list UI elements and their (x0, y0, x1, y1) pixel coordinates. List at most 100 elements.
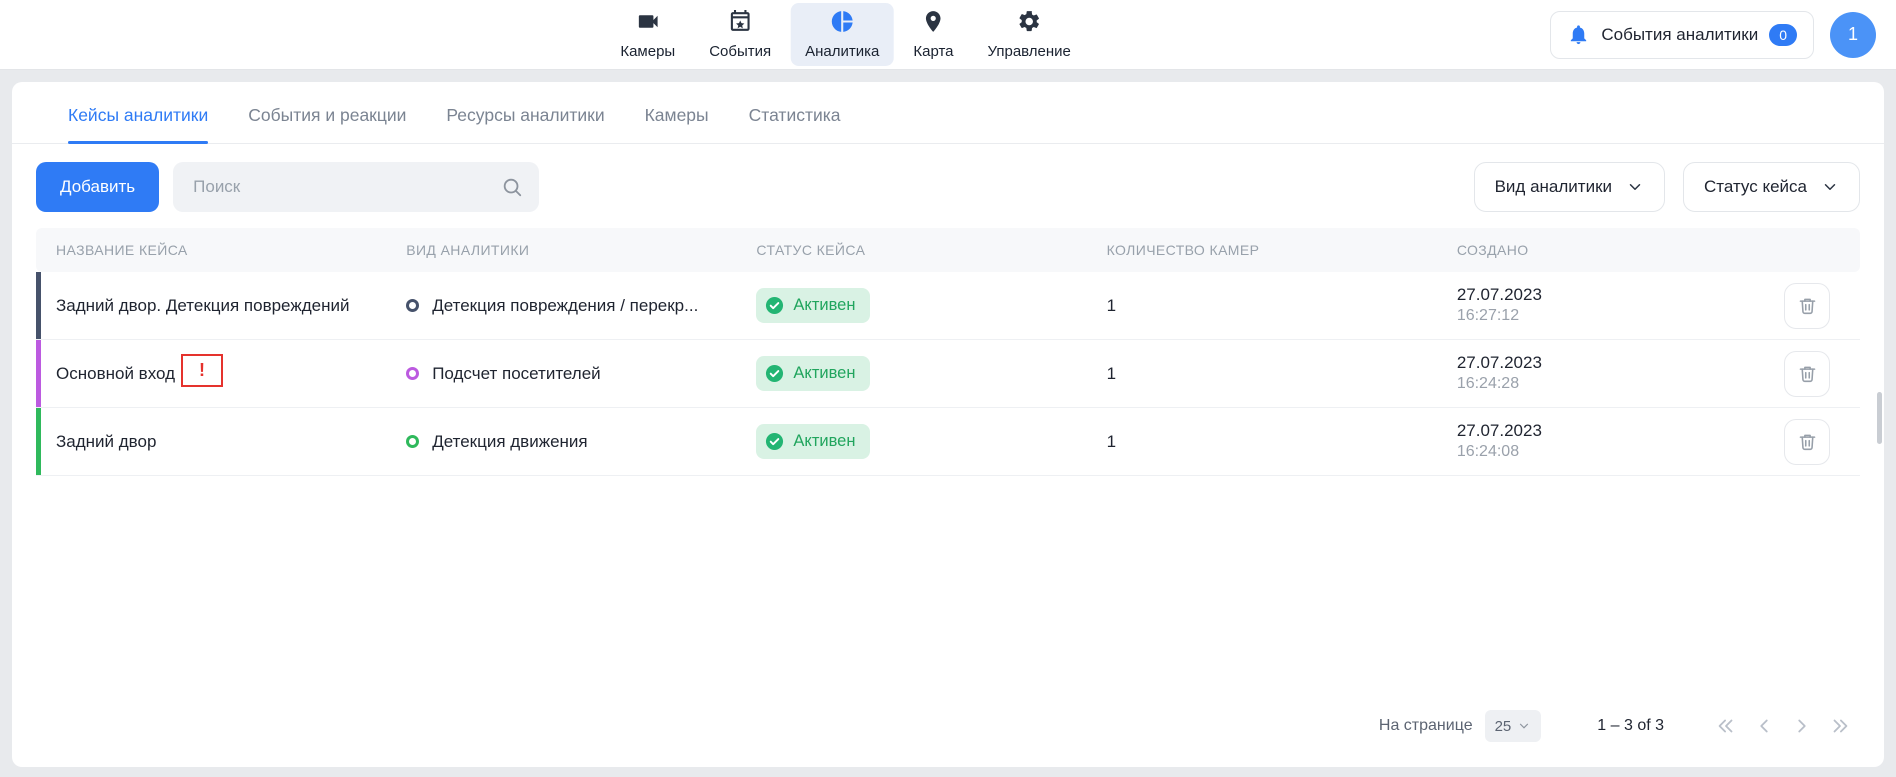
tab-events-reactions[interactable]: События и реакции (248, 105, 406, 143)
search-input[interactable] (173, 162, 539, 212)
nav-item-management[interactable]: Управление (974, 3, 1085, 66)
double-chevron-left-icon (1715, 715, 1737, 737)
nav-item-label: Управление (988, 43, 1071, 60)
chevron-down-icon (1517, 719, 1531, 733)
filter-analytics-type[interactable]: Вид аналитики (1474, 162, 1665, 212)
pagination-prev-button[interactable] (1748, 710, 1780, 742)
table-header: НАЗВАНИЕ КЕЙСА ВИД АНАЛИТИКИ СТАТУС КЕЙС… (36, 228, 1860, 272)
trash-icon (1797, 295, 1818, 316)
table-row[interactable]: Основной вход ! Подсчет посетителей Акти… (36, 340, 1860, 408)
nav-item-map[interactable]: Карта (899, 3, 967, 66)
tab-analytics-cases[interactable]: Кейсы аналитики (68, 105, 208, 143)
main-nav: Камеры События Аналитика Карта Управлени… (606, 0, 1085, 69)
case-name: Основной вход (56, 364, 175, 384)
trash-icon (1797, 431, 1818, 452)
col-header-case-status: СТАТУС КЕЙСА (736, 242, 1086, 258)
delete-button[interactable] (1784, 419, 1830, 465)
map-pin-icon (921, 9, 946, 39)
pagination-next-button[interactable] (1786, 710, 1818, 742)
check-circle-icon (765, 364, 784, 383)
avatar[interactable]: 1 (1830, 12, 1876, 58)
col-header-case-name: НАЗВАНИЕ КЕЙСА (36, 242, 386, 258)
camera-icon (635, 9, 660, 39)
status-label: Активен (793, 432, 855, 451)
analytics-type-icon (406, 299, 419, 312)
events-icon (728, 9, 753, 39)
per-page-select[interactable]: 25 (1485, 710, 1542, 742)
analytics-pie-icon (830, 9, 855, 39)
filter-case-status[interactable]: Статус кейса (1683, 162, 1860, 212)
alert-indicator: ! (181, 354, 223, 387)
filter-analytics-type-label: Вид аналитики (1495, 177, 1612, 197)
page-range: 1 – 3 of 3 (1597, 717, 1664, 735)
delete-button[interactable] (1784, 283, 1830, 329)
chevron-left-icon (1753, 715, 1775, 737)
delete-button[interactable] (1784, 351, 1830, 397)
analytics-events-button[interactable]: События аналитики 0 (1550, 11, 1814, 59)
pagination-last-button[interactable] (1824, 710, 1856, 742)
camera-count: 1 (1087, 432, 1437, 452)
events-count-badge: 0 (1769, 24, 1797, 46)
trash-icon (1797, 363, 1818, 384)
analytics-type-label: Подсчет посетителей (432, 364, 600, 384)
status-label: Активен (793, 364, 855, 383)
analytics-type-label: Детекция движения (432, 432, 587, 452)
status-badge: Активен (756, 356, 870, 391)
scrollbar-thumb[interactable] (1877, 392, 1882, 444)
toolbar-filters: Вид аналитики Статус кейса (1474, 162, 1860, 212)
nav-item-events[interactable]: События (695, 3, 785, 66)
col-header-created: СОЗДАНО (1437, 242, 1784, 258)
toolbar: Добавить Вид аналитики Статус кейса (12, 144, 1884, 228)
nav-item-analytics[interactable]: Аналитика (791, 3, 893, 66)
nav-item-label: События (709, 43, 771, 60)
col-header-analytics-type: ВИД АНАЛИТИКИ (386, 242, 736, 258)
tab-bar: Кейсы аналитики События и реакции Ресурс… (12, 82, 1884, 144)
pager-controls (1710, 710, 1856, 742)
camera-count: 1 (1087, 364, 1437, 384)
double-chevron-right-icon (1829, 715, 1851, 737)
gear-icon (1017, 9, 1042, 39)
created-date: 27.07.2023 (1457, 420, 1542, 442)
check-circle-icon (765, 432, 784, 451)
created-time: 16:24:08 (1457, 442, 1519, 463)
tab-analytics-resources[interactable]: Ресурсы аналитики (446, 105, 604, 143)
row-color-stripe (36, 272, 41, 339)
nav-item-cameras[interactable]: Камеры (606, 3, 689, 66)
status-badge: Активен (756, 424, 870, 459)
nav-item-label: Аналитика (805, 43, 879, 60)
analytics-type-icon (406, 435, 419, 448)
chevron-down-icon (1626, 178, 1644, 196)
table-row[interactable]: Задний двор. Детекция повреждений Детекц… (36, 272, 1860, 340)
row-color-stripe (36, 408, 41, 475)
header-right-controls: События аналитики 0 1 (1550, 11, 1876, 59)
filter-case-status-label: Статус кейса (1704, 177, 1807, 197)
per-page-value: 25 (1495, 718, 1512, 735)
check-circle-icon (765, 296, 784, 315)
created-time: 16:24:28 (1457, 374, 1519, 395)
analytics-type-icon (406, 367, 419, 380)
cases-table: НАЗВАНИЕ КЕЙСА ВИД АНАЛИТИКИ СТАТУС КЕЙС… (36, 228, 1860, 476)
add-button[interactable]: Добавить (36, 162, 159, 212)
nav-item-label: Карта (913, 43, 953, 60)
row-color-stripe (36, 340, 41, 407)
per-page-label: На странице (1379, 717, 1473, 735)
search-icon (501, 176, 523, 198)
analytics-events-label: События аналитики (1601, 25, 1758, 45)
pagination-first-button[interactable] (1710, 710, 1742, 742)
tab-cameras[interactable]: Камеры (645, 105, 709, 143)
chevron-down-icon (1821, 178, 1839, 196)
chevron-right-icon (1791, 715, 1813, 737)
content-card: Кейсы аналитики События и реакции Ресурс… (12, 82, 1884, 767)
tab-statistics[interactable]: Статистика (749, 105, 841, 143)
top-bar: Камеры События Аналитика Карта Управлени… (0, 0, 1896, 70)
status-label: Активен (793, 296, 855, 315)
bell-icon (1567, 23, 1590, 46)
camera-count: 1 (1087, 296, 1437, 316)
table-row[interactable]: Задний двор Детекция движения Активен 1 … (36, 408, 1860, 476)
case-name: Задний двор (56, 432, 156, 452)
status-badge: Активен (756, 288, 870, 323)
analytics-type-label: Детекция повреждения / перекр... (432, 296, 698, 316)
search-box (173, 162, 539, 212)
created-time: 16:27:12 (1457, 306, 1519, 327)
created-date: 27.07.2023 (1457, 352, 1542, 374)
